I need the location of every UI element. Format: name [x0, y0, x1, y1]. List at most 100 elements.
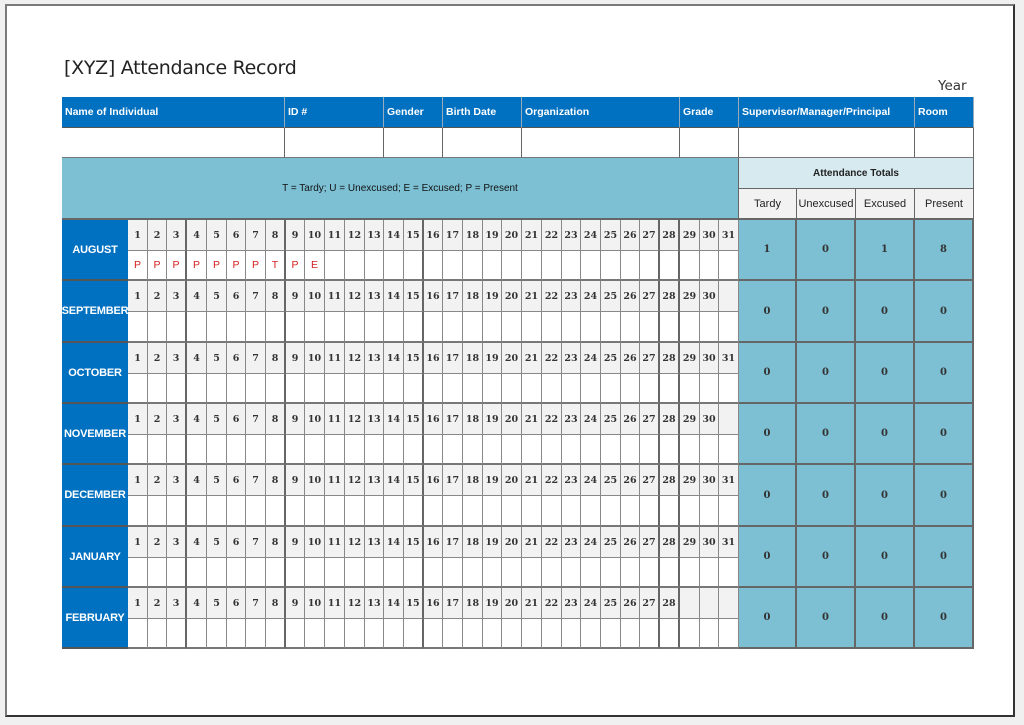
attendance-mark-cell[interactable]	[424, 312, 443, 343]
attendance-mark-cell[interactable]	[581, 619, 601, 649]
attendance-mark-cell[interactable]: P	[148, 251, 167, 281]
gender-field[interactable]	[384, 128, 443, 158]
attendance-mark-cell[interactable]	[522, 558, 542, 588]
attendance-mark-cell[interactable]	[483, 312, 502, 343]
attendance-mark-cell[interactable]	[522, 374, 542, 404]
attendance-mark-cell[interactable]	[167, 312, 187, 343]
attendance-mark-cell[interactable]	[700, 312, 719, 343]
attendance-mark-cell[interactable]	[621, 558, 640, 588]
attendance-mark-cell[interactable]	[502, 496, 522, 527]
attendance-mark-cell[interactable]	[384, 558, 404, 588]
attendance-mark-cell[interactable]	[542, 619, 562, 649]
attendance-mark-cell[interactable]	[404, 435, 424, 465]
attendance-mark-cell[interactable]	[463, 619, 483, 649]
attendance-mark-cell[interactable]	[542, 558, 562, 588]
attendance-mark-cell[interactable]	[562, 312, 581, 343]
attendance-mark-cell[interactable]	[246, 374, 266, 404]
attendance-mark-cell[interactable]: E	[305, 251, 325, 281]
attendance-mark-cell[interactable]	[502, 558, 522, 588]
attendance-mark-cell[interactable]	[680, 558, 700, 588]
attendance-mark-cell[interactable]	[601, 619, 621, 649]
attendance-mark-cell[interactable]	[483, 558, 502, 588]
attendance-mark-cell[interactable]	[305, 374, 325, 404]
attendance-mark-cell[interactable]	[266, 496, 286, 527]
attendance-mark-cell[interactable]	[542, 435, 562, 465]
attendance-mark-cell[interactable]	[640, 435, 660, 465]
attendance-mark-cell[interactable]	[680, 374, 700, 404]
attendance-mark-cell[interactable]	[680, 312, 700, 343]
attendance-mark-cell[interactable]	[463, 312, 483, 343]
attendance-mark-cell[interactable]	[167, 558, 187, 588]
attendance-mark-cell[interactable]	[621, 619, 640, 649]
attendance-mark-cell[interactable]	[305, 435, 325, 465]
attendance-mark-cell[interactable]	[207, 558, 227, 588]
room-field[interactable]	[915, 128, 974, 158]
attendance-mark-cell[interactable]	[660, 619, 680, 649]
attendance-mark-cell[interactable]	[424, 496, 443, 527]
attendance-mark-cell[interactable]	[700, 374, 719, 404]
attendance-mark-cell[interactable]	[680, 496, 700, 527]
attendance-mark-cell[interactable]: P	[227, 251, 246, 281]
attendance-mark-cell[interactable]	[365, 251, 384, 281]
attendance-mark-cell[interactable]	[443, 558, 463, 588]
attendance-mark-cell[interactable]	[502, 312, 522, 343]
attendance-mark-cell[interactable]	[187, 619, 207, 649]
attendance-mark-cell[interactable]	[404, 251, 424, 281]
attendance-mark-cell[interactable]	[345, 558, 365, 588]
attendance-mark-cell[interactable]	[483, 251, 502, 281]
attendance-mark-cell[interactable]	[621, 496, 640, 527]
attendance-mark-cell[interactable]	[207, 496, 227, 527]
attendance-mark-cell[interactable]	[167, 496, 187, 527]
attendance-mark-cell[interactable]	[660, 251, 680, 281]
attendance-mark-cell[interactable]	[621, 374, 640, 404]
attendance-mark-cell[interactable]	[443, 251, 463, 281]
attendance-mark-cell[interactable]	[640, 619, 660, 649]
attendance-mark-cell[interactable]	[502, 435, 522, 465]
attendance-mark-cell[interactable]	[562, 496, 581, 527]
attendance-mark-cell[interactable]	[286, 374, 305, 404]
attendance-mark-cell[interactable]	[660, 496, 680, 527]
attendance-mark-cell[interactable]	[660, 435, 680, 465]
grade-field[interactable]	[680, 128, 739, 158]
attendance-mark-cell[interactable]	[246, 558, 266, 588]
attendance-mark-cell[interactable]	[562, 558, 581, 588]
attendance-mark-cell[interactable]	[463, 496, 483, 527]
attendance-mark-cell[interactable]	[128, 374, 148, 404]
attendance-mark-cell[interactable]	[483, 374, 502, 404]
attendance-mark-cell[interactable]	[522, 435, 542, 465]
attendance-mark-cell[interactable]	[227, 374, 246, 404]
attendance-mark-cell[interactable]	[365, 496, 384, 527]
attendance-mark-cell[interactable]	[345, 251, 365, 281]
attendance-mark-cell[interactable]	[719, 496, 739, 527]
attendance-mark-cell[interactable]	[148, 374, 167, 404]
attendance-mark-cell[interactable]	[502, 251, 522, 281]
attendance-mark-cell[interactable]	[424, 619, 443, 649]
attendance-mark-cell[interactable]	[660, 312, 680, 343]
attendance-mark-cell[interactable]	[266, 619, 286, 649]
attendance-mark-cell[interactable]	[483, 619, 502, 649]
attendance-mark-cell[interactable]	[325, 496, 345, 527]
attendance-mark-cell[interactable]	[384, 374, 404, 404]
attendance-mark-cell[interactable]	[581, 251, 601, 281]
attendance-mark-cell[interactable]	[463, 435, 483, 465]
attendance-mark-cell[interactable]	[562, 619, 581, 649]
attendance-mark-cell[interactable]	[246, 619, 266, 649]
attendance-mark-cell[interactable]	[246, 496, 266, 527]
attendance-mark-cell[interactable]	[601, 496, 621, 527]
attendance-mark-cell[interactable]	[700, 558, 719, 588]
birth-date-field[interactable]	[443, 128, 522, 158]
attendance-mark-cell[interactable]	[463, 558, 483, 588]
attendance-mark-cell[interactable]	[227, 619, 246, 649]
attendance-mark-cell[interactable]	[502, 374, 522, 404]
attendance-mark-cell[interactable]	[443, 496, 463, 527]
attendance-mark-cell[interactable]	[483, 496, 502, 527]
attendance-mark-cell[interactable]	[345, 496, 365, 527]
attendance-mark-cell[interactable]	[227, 435, 246, 465]
attendance-mark-cell[interactable]	[404, 312, 424, 343]
attendance-mark-cell[interactable]	[443, 374, 463, 404]
attendance-mark-cell[interactable]: P	[128, 251, 148, 281]
attendance-mark-cell[interactable]	[542, 374, 562, 404]
attendance-mark-cell[interactable]	[167, 374, 187, 404]
attendance-mark-cell[interactable]	[305, 619, 325, 649]
attendance-mark-cell[interactable]	[700, 251, 719, 281]
